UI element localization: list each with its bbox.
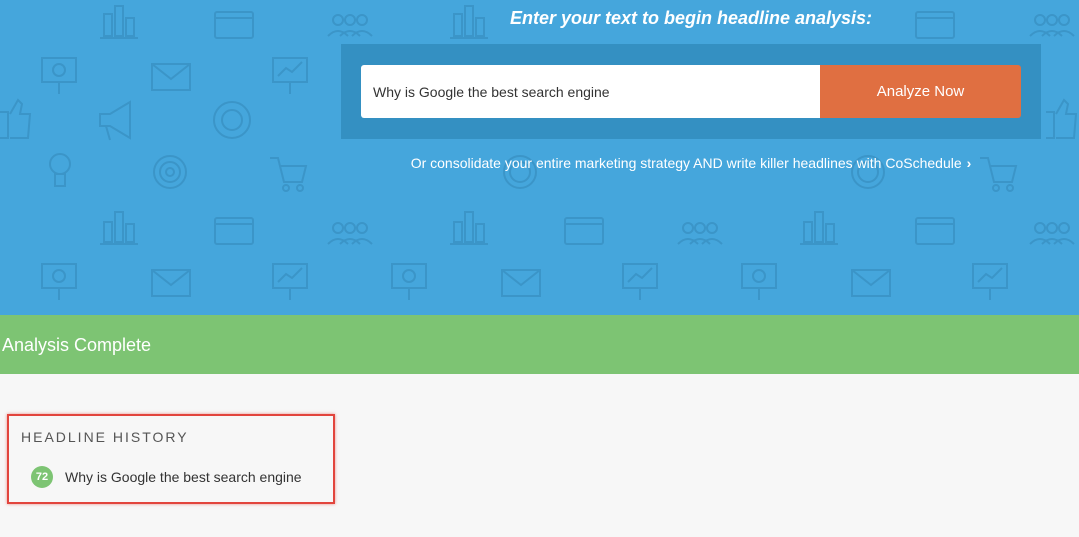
- status-bar: Analysis Complete: [0, 315, 1079, 374]
- pie-chart-icon: [213, 101, 251, 139]
- consolidate-link[interactable]: Or consolidate your entire marketing str…: [0, 155, 1079, 171]
- headline-input[interactable]: [361, 65, 820, 118]
- envelope-icon: [851, 269, 891, 297]
- presentation-icon: [972, 263, 1008, 300]
- megaphone-icon: [99, 100, 131, 141]
- code-window-icon: [214, 217, 254, 245]
- presentation-icon: [622, 263, 658, 300]
- users-icon: [327, 222, 373, 245]
- presentation-icon: [272, 263, 308, 300]
- users-icon: [677, 222, 723, 245]
- users-icon: [1029, 222, 1075, 245]
- analyze-now-button[interactable]: Analyze Now: [820, 65, 1021, 118]
- history-item-text: Why is Google the best search engine: [65, 469, 302, 485]
- code-window-icon: [915, 217, 955, 245]
- code-window-icon: [564, 217, 604, 245]
- bar-chart-icon: [800, 211, 838, 245]
- thumbs-up-icon: [0, 98, 32, 139]
- bar-chart-icon: [450, 211, 488, 245]
- score-badge: 72: [31, 466, 53, 488]
- history-item[interactable]: 72 Why is Google the best search engine: [31, 466, 302, 488]
- presentation-icon: [391, 263, 427, 300]
- bar-chart-icon: [100, 211, 138, 245]
- envelope-icon: [501, 269, 541, 297]
- hero-title: Enter your text to begin headline analys…: [509, 8, 873, 28]
- thumbs-up-icon: [1046, 98, 1078, 139]
- highlight-annotation-box: [7, 414, 335, 504]
- headline-history-heading: HEADLINE HISTORY: [21, 429, 189, 445]
- presentation-icon: [41, 57, 77, 94]
- envelope-icon: [151, 63, 191, 91]
- history-panel: HEADLINE HISTORY 72 Why is Google the be…: [0, 374, 1079, 537]
- chevron-right-icon: ›: [966, 155, 972, 171]
- hero-section: Enter your text to begin headline analys…: [0, 0, 1079, 315]
- consolidate-link-text: Or consolidate your entire marketing str…: [410, 155, 962, 171]
- presentation-icon: [741, 263, 777, 300]
- envelope-icon: [151, 269, 191, 297]
- presentation-icon: [272, 57, 308, 94]
- presentation-icon: [41, 263, 77, 300]
- analysis-status-text: Analysis Complete: [2, 335, 152, 355]
